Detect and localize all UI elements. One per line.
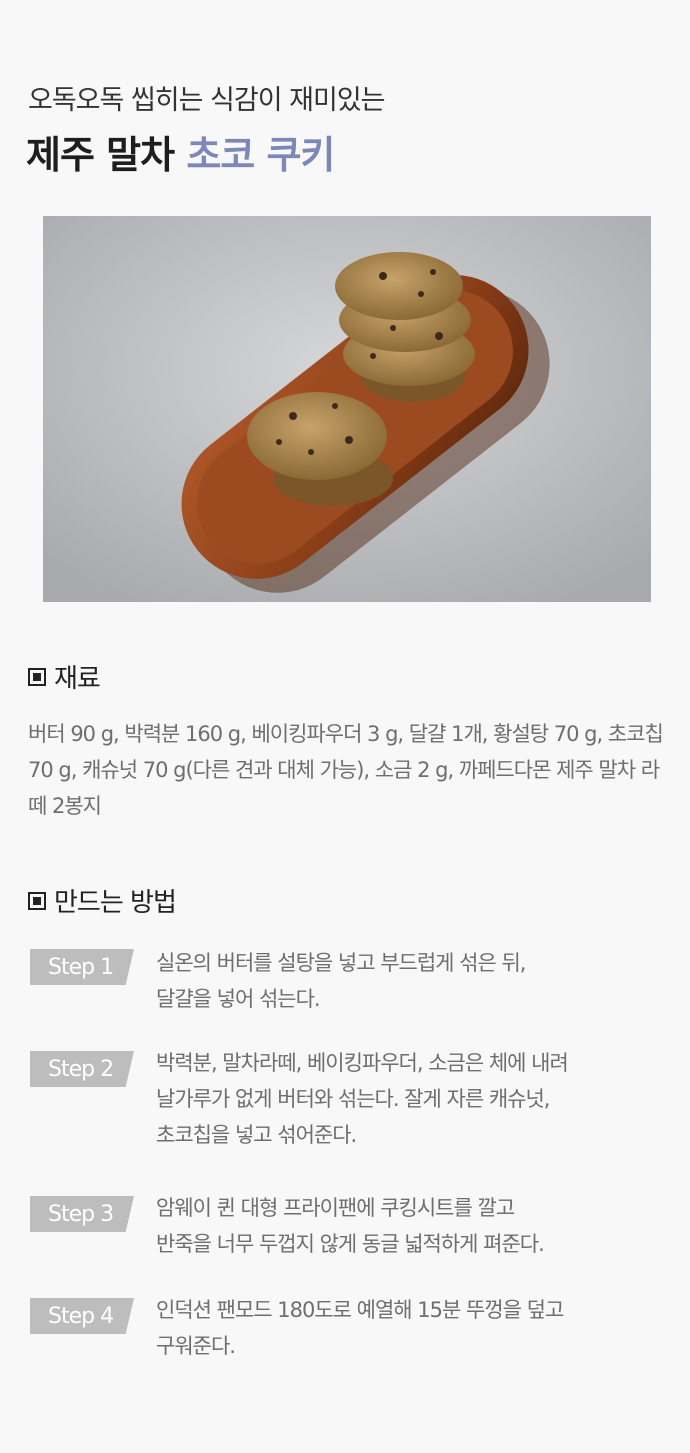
step-1-text: 실온의 버터를 설탕을 넣고 부드럽게 섞은 뒤, 달걀을 넣어 섞는다. bbox=[156, 951, 527, 1011]
ingredients-heading: 재료 bbox=[28, 658, 101, 695]
step-3-text: 암웨이 퀸 대형 프라이팬에 쿠킹시트를 깔고 반죽을 너무 두껍지 않게 동글… bbox=[156, 1196, 545, 1256]
method-heading-label: 만드는 방법 bbox=[54, 888, 177, 918]
recipe-title: 제주 말차 초코 쿠키 bbox=[26, 124, 335, 179]
step-2-label: Step 2 bbox=[30, 1051, 134, 1087]
square-bullet-icon bbox=[28, 891, 46, 910]
step-2-text: 박력분, 말차라떼, 베이킹파우더, 소금은 체에 내려 날가루가 없게 버터와… bbox=[156, 1051, 569, 1147]
method-heading: 만드는 방법 bbox=[28, 882, 177, 919]
ingredients-text: 버터 90 g, 박력분 160 g, 베이킹파우더 3 g, 달걀 1개, 황… bbox=[28, 722, 664, 818]
step-1-label: Step 1 bbox=[30, 949, 134, 985]
ingredients-heading-label: 재료 bbox=[54, 664, 101, 694]
title-accent: 초코 쿠키 bbox=[186, 133, 335, 177]
recipe-subtitle: 오독오독 씹히는 식감이 재미있는 bbox=[28, 85, 386, 116]
title-main: 제주 말차 bbox=[26, 133, 175, 177]
cookie-photo bbox=[43, 216, 651, 602]
step-4-label: Step 4 bbox=[30, 1298, 134, 1334]
step-3-label: Step 3 bbox=[30, 1196, 134, 1232]
step-4-text: 인덕션 팬모드 180도로 예열해 15분 뚜껑을 덮고 구워준다. bbox=[156, 1298, 564, 1358]
square-bullet-icon bbox=[28, 667, 46, 686]
